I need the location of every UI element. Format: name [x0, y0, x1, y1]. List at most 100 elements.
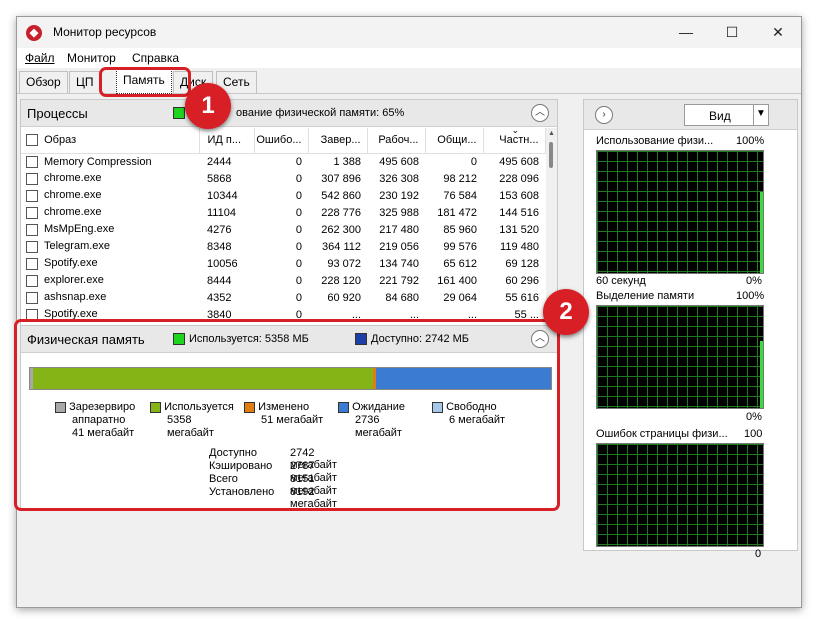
pane-splitter[interactable] — [562, 99, 572, 605]
column-commit[interactable]: Завер... — [308, 128, 368, 154]
graph-gridline — [677, 444, 678, 546]
menu-help[interactable]: Справка — [132, 51, 179, 65]
process-cell: 10344 — [207, 189, 238, 202]
graph-gridline — [677, 151, 678, 273]
graph-gridline — [597, 161, 763, 162]
graph-gridline — [637, 306, 638, 408]
process-cell: 2444 — [207, 155, 232, 168]
process-cell: 99 576 — [443, 240, 477, 253]
column-working-set[interactable]: Рабоч... — [367, 128, 426, 154]
graph-gridline — [717, 151, 718, 273]
process-name: chrome.exe — [44, 189, 102, 202]
row-checkbox[interactable] — [26, 172, 38, 185]
row-checkbox[interactable] — [26, 257, 38, 270]
processes-title: Процессы — [27, 106, 88, 121]
select-all-checkbox[interactable] — [26, 134, 38, 147]
row-checkbox[interactable] — [26, 240, 38, 253]
process-name-cell: Telegram.exe — [21, 238, 199, 255]
process-name: Spotify.exe — [44, 257, 98, 270]
row-checkbox[interactable] — [26, 291, 38, 304]
graph-gridline — [737, 151, 738, 273]
table-row[interactable]: explorer.exe 8444 0 228 120 221 792 161 400 60… — [21, 272, 545, 289]
view-dropdown[interactable]: Вид ▼ — [684, 104, 769, 126]
graph-gridline — [597, 474, 763, 475]
graph-gridline — [657, 151, 658, 273]
process-cell: 1 388 — [333, 155, 361, 168]
process-name: chrome.exe — [44, 206, 102, 219]
process-cell: 0 — [295, 223, 302, 236]
scrollbar-thumb[interactable] — [549, 142, 553, 168]
tab-cpu[interactable]: ЦП — [69, 71, 101, 93]
process-cell: 131 520 — [499, 223, 539, 236]
process-name-cell: Spotify.exe — [21, 255, 199, 272]
graph-gridline — [657, 306, 658, 408]
process-name-cell: chrome.exe — [21, 187, 199, 204]
process-cell: 0 — [295, 155, 302, 168]
process-cell: 0 — [295, 172, 302, 185]
graph1-timespan: 60 секунд — [596, 275, 646, 287]
process-cell: 0 — [295, 291, 302, 304]
memory-usage-summary: ование физической памяти: 65% — [236, 107, 405, 119]
maximize-button[interactable]: ☐ — [709, 17, 755, 48]
table-row[interactable]: chrome.exe 10344 0 542 860 230 192 76 584 153 … — [21, 187, 545, 204]
graph-gridline — [597, 221, 763, 222]
process-cell: 93 072 — [327, 257, 361, 270]
column-image[interactable]: Образ — [21, 128, 200, 154]
process-cell: 76 584 — [443, 189, 477, 202]
collapse-processes-icon[interactable]: ︿ — [531, 104, 549, 122]
chevron-down-icon[interactable]: ▼ — [756, 108, 766, 119]
graph-gridline — [597, 376, 763, 377]
graphs-pane: › Вид ▼ Использование физи... 100% 60 се… — [583, 99, 798, 560]
process-name-cell: explorer.exe — [21, 272, 199, 289]
table-row[interactable]: Memory Compression 2444 0 1 388 495 608 0 495 … — [21, 153, 545, 170]
tab-overview[interactable]: Обзор — [19, 71, 68, 93]
row-checkbox[interactable] — [26, 223, 38, 236]
row-checkbox[interactable] — [26, 274, 38, 287]
graph1-title: Использование физи... — [596, 135, 714, 147]
graph-gridline — [597, 346, 763, 347]
expand-graphs-icon[interactable]: › — [595, 106, 613, 124]
process-cell: 219 056 — [379, 240, 419, 253]
close-button[interactable]: ✕ — [755, 17, 801, 48]
process-cell: 181 472 — [437, 206, 477, 219]
graph-gridline — [597, 504, 763, 505]
scroll-up-icon[interactable]: ▲ — [548, 130, 555, 137]
graph-gridline — [597, 271, 763, 272]
processes-header[interactable]: Процессы ование физической памяти: 65% ︿ — [21, 100, 557, 127]
graph-gridline — [647, 151, 648, 273]
process-cell: 495 608 — [379, 155, 419, 168]
process-cell: 4352 — [207, 291, 232, 304]
graph-gridline — [667, 444, 668, 546]
table-row[interactable]: MsMpEng.exe 4276 0 262 300 217 480 85 960 131 … — [21, 221, 545, 238]
column-faults[interactable]: Ошибо... — [254, 128, 309, 154]
column-private[interactable]: ⌄ Частн... — [483, 128, 546, 154]
process-name-cell: Memory Compression — [21, 153, 199, 170]
row-checkbox[interactable] — [26, 155, 38, 168]
highlight-memory-tab — [99, 67, 191, 97]
table-row[interactable]: chrome.exe 5868 0 307 896 326 308 98 212 228 0… — [21, 170, 545, 187]
column-pid[interactable]: ИД п... — [199, 128, 255, 154]
graph-gridline — [597, 316, 763, 317]
table-row[interactable]: Spotify.exe 10056 0 93 072 134 740 65 612 69 1… — [21, 255, 545, 272]
memory-usage-indicator-icon — [173, 107, 185, 119]
process-cell: 221 792 — [379, 274, 419, 287]
row-checkbox[interactable] — [26, 206, 38, 219]
menu-file[interactable]: Файл — [25, 51, 55, 65]
minimize-button[interactable]: — — [663, 17, 709, 48]
graph-gridline — [597, 151, 763, 152]
table-row[interactable]: ashsnap.exe 4352 0 60 920 84 680 29 064 55 616 — [21, 289, 545, 306]
process-cell: 55 616 — [505, 291, 539, 304]
graph-gridline — [647, 306, 648, 408]
graph1-max: 100% — [736, 135, 765, 147]
window-title: Монитор ресурсов — [53, 25, 157, 39]
table-row[interactable]: Telegram.exe 8348 0 364 112 219 056 99 576 119… — [21, 238, 545, 255]
graph-gridline — [687, 444, 688, 546]
graph-gridline — [627, 151, 628, 273]
graph-gridline — [747, 151, 748, 273]
row-checkbox[interactable] — [26, 189, 38, 202]
table-row[interactable]: chrome.exe 11104 0 228 776 325 988 181 472 144… — [21, 204, 545, 221]
menu-monitor[interactable]: Монитор — [67, 51, 116, 65]
process-cell: 0 — [295, 206, 302, 219]
graph-gridline — [597, 544, 763, 545]
column-shareable[interactable]: Общи... — [425, 128, 484, 154]
